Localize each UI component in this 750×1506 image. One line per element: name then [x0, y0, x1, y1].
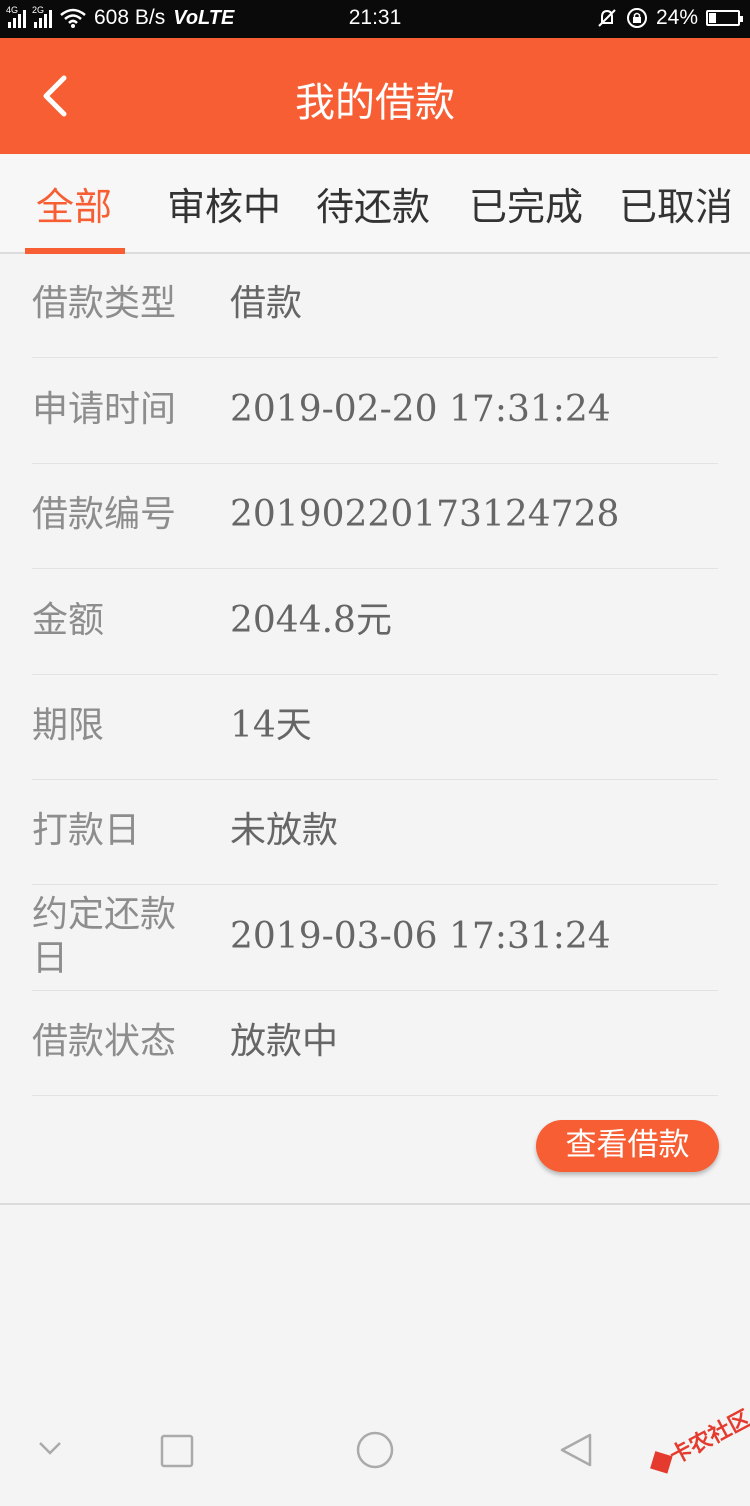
- detail-label: 借款编号: [32, 494, 177, 535]
- detail-row-term: 期限 14天: [32, 676, 718, 780]
- detail-value: 20190220173124728: [230, 494, 620, 535]
- detail-value: 14天: [230, 705, 312, 746]
- recent-apps-icon[interactable]: [160, 1434, 194, 1468]
- detail-label: 申请时间: [32, 389, 177, 430]
- battery-icon: [706, 10, 743, 26]
- home-icon[interactable]: [355, 1430, 395, 1470]
- bell-mute-icon: [598, 9, 616, 27]
- card-divider: [0, 1203, 750, 1205]
- view-loan-button[interactable]: 查看借款: [536, 1120, 719, 1172]
- detail-value: 2019-03-06 17:31:24: [230, 916, 611, 957]
- tab-reviewing[interactable]: 审核中: [167, 176, 281, 231]
- chevron-down-icon[interactable]: [36, 1438, 64, 1458]
- detail-value: 放款中: [230, 1021, 339, 1062]
- app-bar: 我的借款: [0, 38, 750, 154]
- detail-row-amount: 金额 2044.8元: [32, 571, 718, 675]
- detail-label: 约定还款日: [32, 894, 177, 979]
- filter-tabs: 全部 审核中 待还款 已完成 已取消: [0, 154, 750, 254]
- detail-label: 金额: [32, 600, 105, 641]
- detail-row-apply-time: 申请时间 2019-02-20 17:31:24: [32, 360, 718, 464]
- battery-percent: 24%: [655, 6, 698, 29]
- status-bar: 4G 2G 608 B/s VoLTE 21:31 24%: [0, 0, 750, 38]
- detail-label: 借款类型: [32, 283, 177, 324]
- detail-value: 2019-02-20 17:31:24: [230, 389, 611, 430]
- detail-row-loan-type: 借款类型 借款: [32, 254, 718, 358]
- detail-value: 2044.8元: [230, 600, 392, 641]
- detail-row-due-date: 约定还款日 2019-03-06 17:31:24: [32, 887, 718, 991]
- detail-value: 借款: [230, 283, 303, 324]
- detail-value: 未放款: [230, 810, 339, 851]
- detail-label: 借款状态: [32, 1021, 177, 1062]
- detail-label: 打款日: [32, 810, 141, 851]
- tab-pending-repayment[interactable]: 待还款: [316, 176, 430, 231]
- tab-completed[interactable]: 已完成: [469, 176, 583, 231]
- detail-row-loan-status: 借款状态 放款中: [32, 992, 718, 1096]
- detail-row-payout-date: 打款日 未放款: [32, 781, 718, 885]
- back-triangle-icon[interactable]: [558, 1432, 594, 1468]
- tab-cancelled[interactable]: 已取消: [619, 176, 733, 231]
- page-title: 我的借款: [295, 80, 455, 126]
- rotation-lock-icon: [626, 8, 647, 28]
- detail-label: 期限: [32, 705, 105, 746]
- tab-all[interactable]: 全部: [36, 176, 112, 231]
- detail-row-loan-number: 借款编号 20190220173124728: [32, 465, 718, 569]
